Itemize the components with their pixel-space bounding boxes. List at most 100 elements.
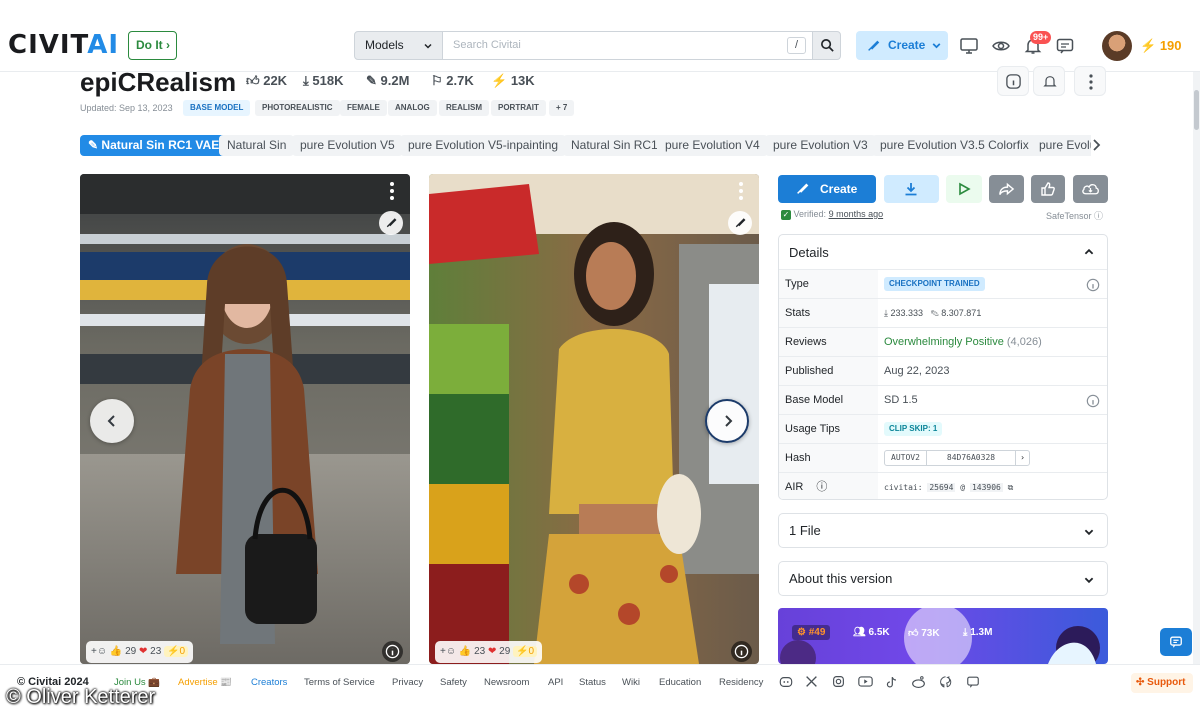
chevron-right-icon: › (166, 38, 171, 52)
civitai-logo[interactable]: CIVITAI (8, 30, 119, 60)
more-options-button[interactable] (1074, 66, 1106, 96)
chevron-right-icon[interactable] (1090, 138, 1102, 152)
remix-button[interactable] (379, 211, 403, 235)
details-header[interactable]: Details (789, 245, 829, 260)
share-button[interactable] (989, 175, 1024, 203)
discord-icon[interactable] (779, 675, 793, 689)
tag-more[interactable]: + 7 (549, 100, 575, 116)
kebab-menu-icon (1089, 74, 1093, 90)
footer-terms[interactable]: Terms of Service (304, 677, 375, 688)
tag-base-model[interactable]: BASE MODEL (183, 100, 251, 116)
stat-generations: ✎ 9.2M (366, 73, 410, 88)
image-1-reactions[interactable]: +☺ 👍 29 ❤ 23 ⚡0 (86, 641, 194, 663)
footer-status[interactable]: Status (579, 677, 606, 688)
github-icon[interactable] (939, 675, 952, 689)
version-tab[interactable]: Natural Sin (219, 135, 295, 156)
creator-card[interactable]: ⚙ #49 👥︎ 6.5K 👍︎ 73K ⤓ 1.3M (778, 608, 1108, 664)
chevron-up-icon[interactable] (1083, 246, 1095, 258)
image-menu-icon[interactable] (737, 181, 745, 201)
thumbs-up-icon: 👍 (458, 646, 472, 657)
eye-settings-icon[interactable] (991, 36, 1011, 56)
reddit-icon[interactable] (911, 675, 926, 689)
footer-advertise[interactable]: Advertise 📰 (178, 677, 232, 688)
create-button[interactable]: Create (778, 175, 876, 203)
users-icon: 👥︎ (853, 627, 866, 638)
scrollbar-thumb[interactable] (1194, 90, 1199, 130)
info-icon[interactable] (1086, 394, 1100, 408)
info-icon[interactable]: ⓘ (1094, 211, 1103, 221)
do-it-button[interactable]: Do It › (128, 31, 177, 60)
footer-residency[interactable]: Residency (719, 677, 763, 688)
add-reaction-icon[interactable]: +☺ (91, 646, 107, 657)
version-tab-active[interactable]: ✎ Natural Sin RC1 VAE (80, 135, 228, 156)
air-identifier[interactable]: civitai: 25694 @ 143906 ⧉ (884, 473, 1014, 499)
footer-privacy[interactable]: Privacy (392, 677, 423, 688)
x-twitter-icon[interactable] (805, 675, 818, 688)
verified-time-link[interactable]: 9 months ago (829, 209, 884, 219)
buzz-tip[interactable]: ⚡0 (513, 646, 538, 657)
hash-copy[interactable]: AUTOV2 84D76A0328 › (884, 450, 1030, 466)
footer-education[interactable]: Education (659, 677, 701, 688)
version-tab[interactable]: pure Evolu (1031, 135, 1091, 156)
info-icon[interactable] (1086, 278, 1100, 292)
tag-analog[interactable]: ANALOG (388, 100, 437, 116)
reviews-link[interactable]: Overwhelmingly Positive (884, 336, 1004, 348)
previous-image-button[interactable] (90, 399, 134, 443)
version-tab[interactable]: pure Evolution V5 (292, 135, 403, 156)
next-image-button[interactable] (705, 399, 749, 443)
image-info-button[interactable] (382, 641, 403, 662)
safetensor-label: SafeTensor ⓘ (1046, 211, 1104, 221)
instagram-icon[interactable] (832, 675, 845, 688)
footer-api[interactable]: API (548, 677, 563, 688)
detail-row-stats: Stats ⤓ 233.333 ✎ 8.307.871 (779, 298, 1107, 328)
version-tab[interactable]: pure Evolution V3 (765, 135, 876, 156)
cloud-save-button[interactable] (1073, 175, 1108, 203)
chat-fab[interactable] (1160, 628, 1192, 656)
user-avatar[interactable] (1102, 31, 1132, 61)
footer-wiki[interactable]: Wiki (622, 677, 640, 688)
tag-female[interactable]: FEMALE (340, 100, 387, 116)
create-menu-button[interactable]: Create (856, 31, 948, 60)
tag-realism[interactable]: REALISM (439, 100, 489, 116)
image-menu-icon[interactable] (388, 181, 396, 201)
files-accordion[interactable]: 1 File (778, 513, 1108, 548)
footer-newsroom[interactable]: Newsroom (484, 677, 529, 688)
search-scope-select[interactable]: Models (354, 31, 443, 60)
image-2-reactions[interactable]: +☺ 👍 23 ❤ 29 ⚡0 (435, 641, 543, 663)
chat-icon[interactable] (1055, 36, 1075, 56)
about-version-accordion[interactable]: About this version (778, 561, 1108, 596)
info-button[interactable] (997, 66, 1029, 96)
image-info-button[interactable] (731, 641, 752, 662)
version-tab[interactable]: pure Evolution V5-inpainting (400, 135, 567, 156)
tag-photorealistic[interactable]: PHOTOREALISTIC (255, 100, 340, 116)
version-tab[interactable]: Natural Sin RC1 (563, 135, 666, 156)
photo-credit-watermark: © Oliver Ketterer (6, 686, 156, 708)
run-button[interactable] (946, 175, 982, 203)
search-button[interactable] (812, 31, 841, 60)
like-button[interactable] (1031, 175, 1065, 203)
check-icon: ✓ (781, 210, 791, 220)
clip-skip-chip: CLIP SKIP: 1 (884, 422, 943, 437)
footer-creators[interactable]: Creators (251, 677, 287, 688)
version-tab[interactable]: pure Evolution V4 (657, 135, 768, 156)
remix-button[interactable] (728, 211, 752, 235)
add-reaction-icon[interactable]: +☺ (440, 646, 456, 657)
version-tab[interactable]: pure Evolution V3.5 Colorfix (872, 135, 1037, 156)
search-input[interactable]: Search Civitai (443, 31, 813, 60)
feedback-icon[interactable] (966, 675, 980, 689)
buzz-balance[interactable]: ⚡ 190 (1140, 38, 1182, 54)
lifebuoy-icon: ✣ (1136, 677, 1145, 688)
support-button[interactable]: ✣ Support (1131, 673, 1193, 693)
buzz-tip[interactable]: ⚡0 (164, 646, 189, 657)
youtube-icon[interactable] (858, 675, 873, 688)
tag-portrait[interactable]: PORTRAIT (491, 100, 546, 116)
download-button[interactable] (884, 175, 939, 203)
footer-safety[interactable]: Safety (440, 677, 467, 688)
info-icon[interactable]: ⓘ (816, 481, 827, 493)
monitor-icon[interactable] (959, 36, 979, 56)
page-scrollbar[interactable] (1193, 72, 1200, 664)
copy-icon[interactable]: ⧉ (1008, 483, 1014, 492)
tiktok-icon[interactable] (885, 675, 898, 689)
notify-button[interactable] (1033, 66, 1065, 96)
chevron-right-icon[interactable]: › (1015, 451, 1029, 465)
